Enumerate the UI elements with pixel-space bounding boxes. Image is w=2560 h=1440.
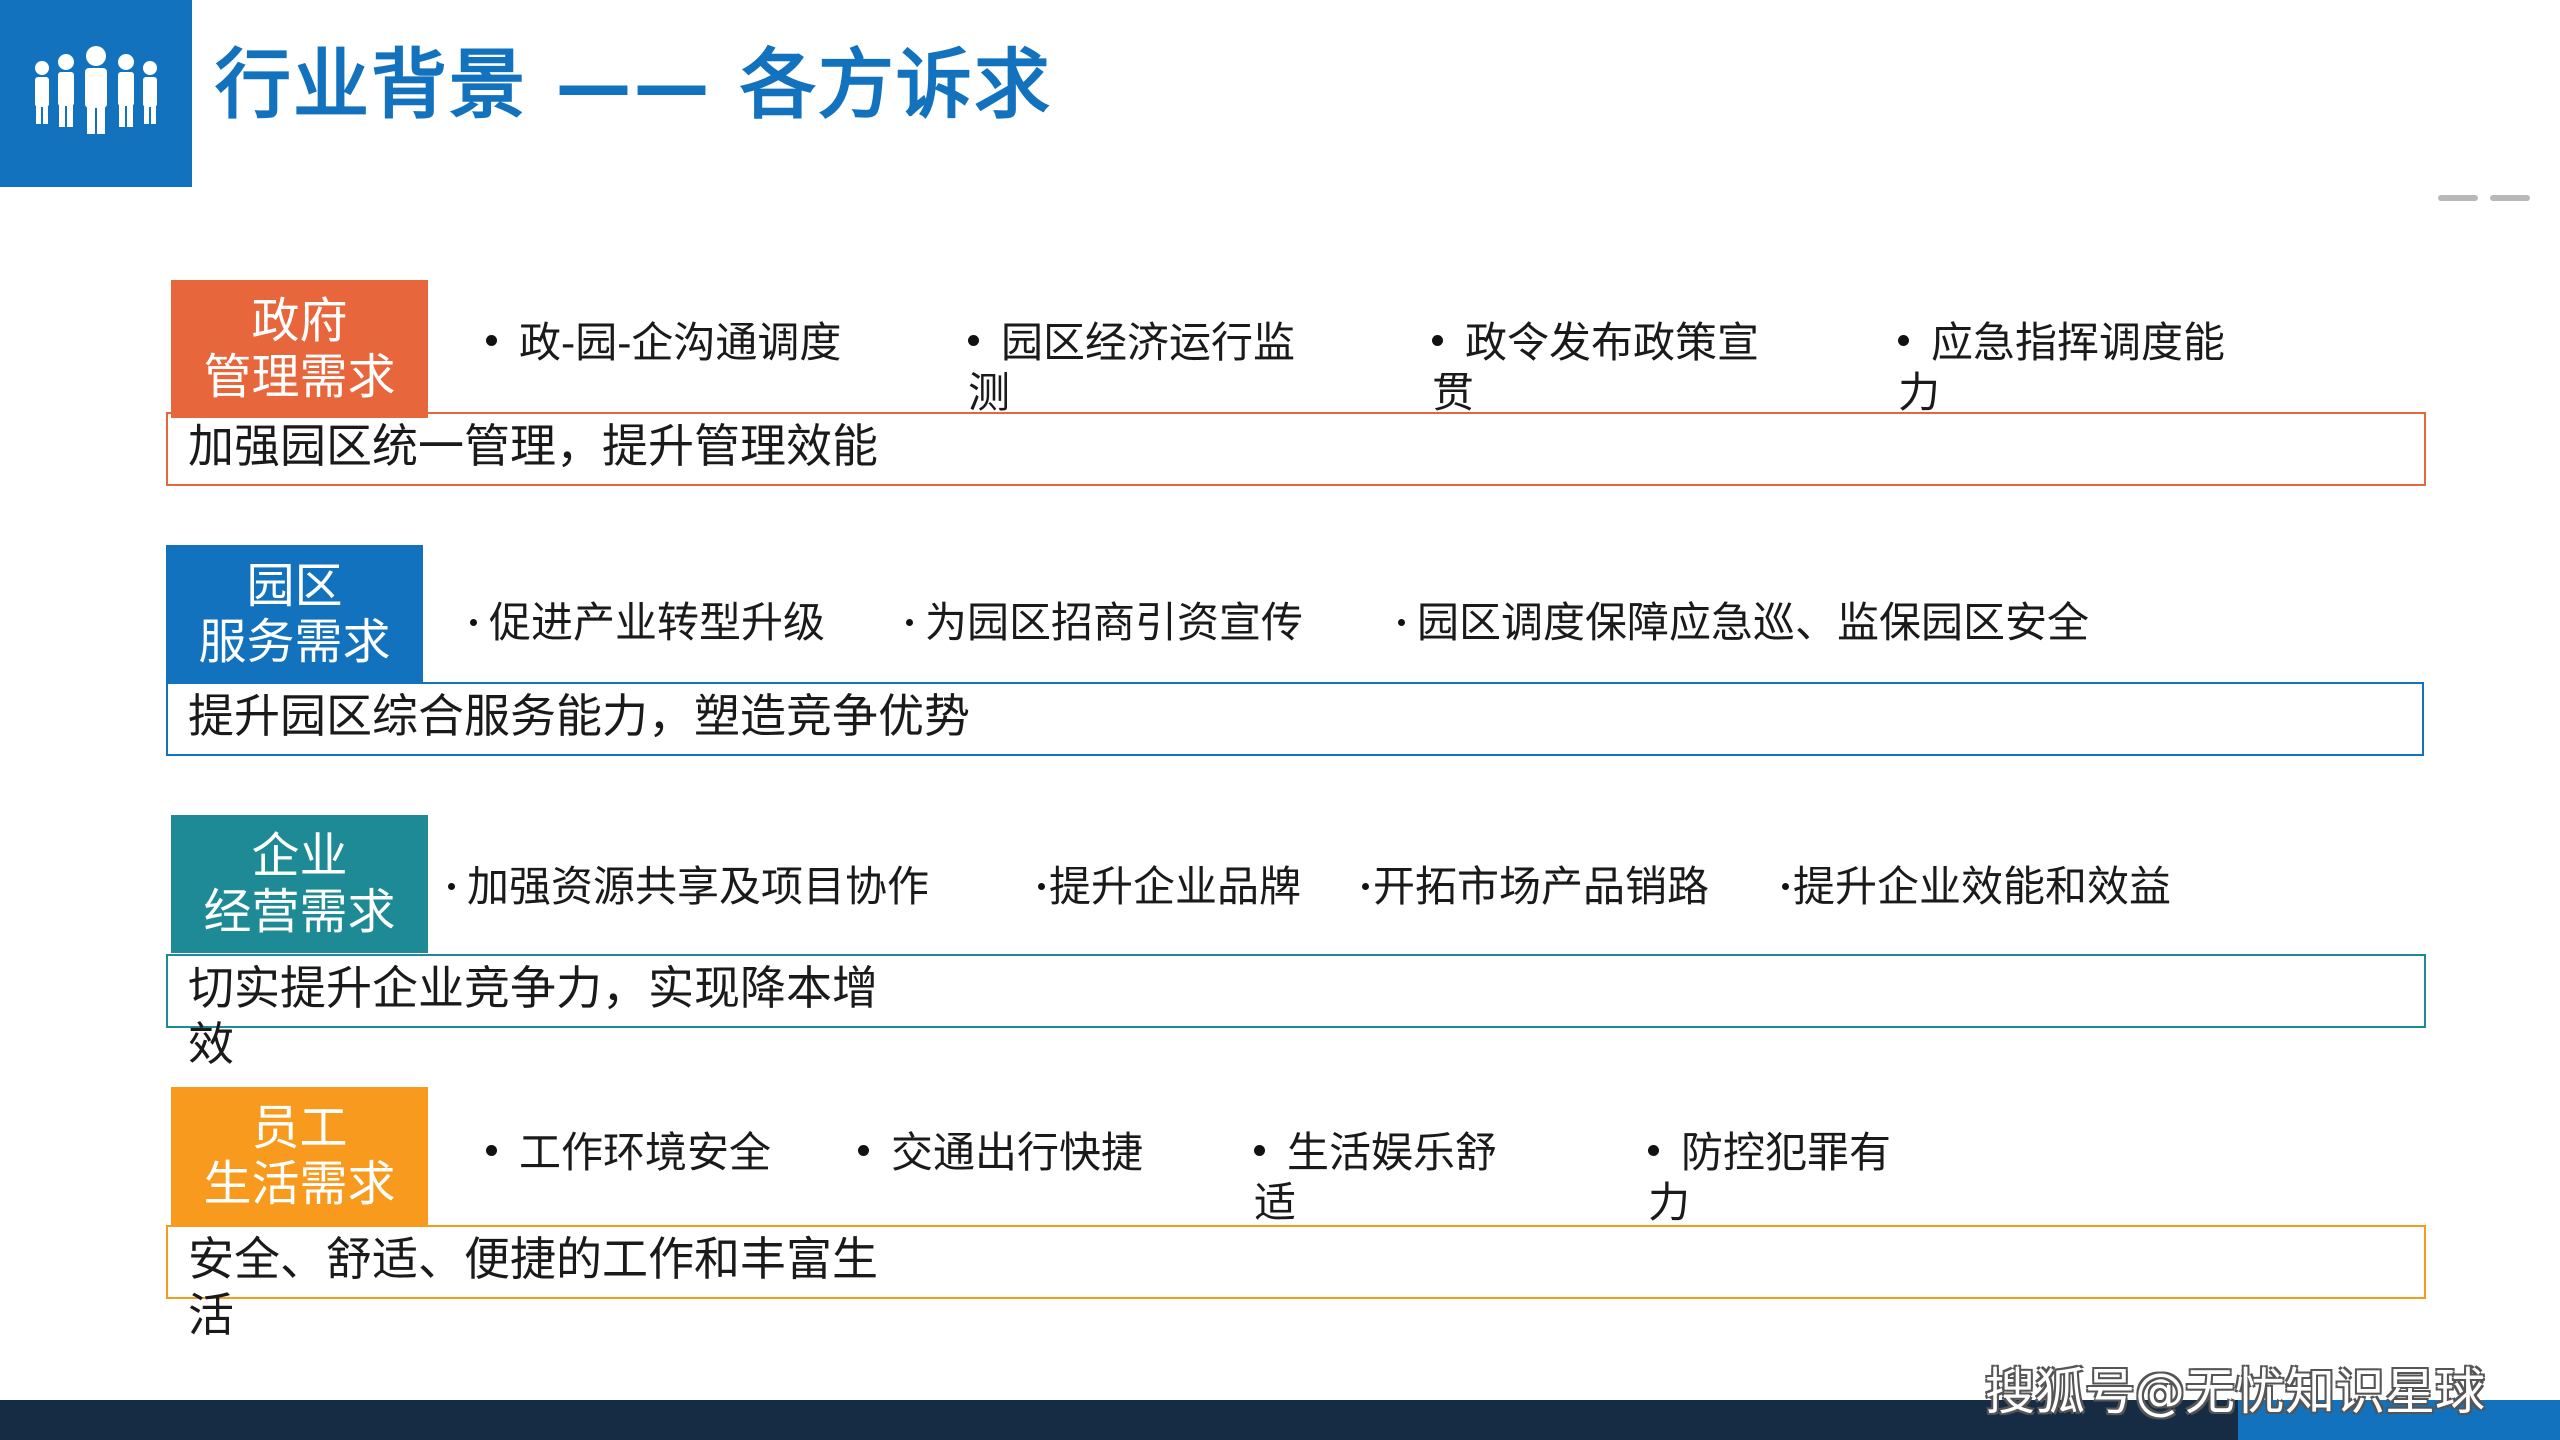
- list-item: 为园区招商引资宣传: [906, 598, 1366, 648]
- list-item: 提升企业品牌: [1038, 862, 1358, 912]
- logo-box: [0, 0, 192, 187]
- decorative-marks: [2438, 186, 2542, 205]
- summary-text: 切实提升企业竞争力，实现降本增效: [188, 961, 878, 1071]
- bullet-icon: [1782, 882, 1789, 890]
- list-item: 促进产业转型升级: [470, 598, 890, 648]
- bullet-icon: [1254, 1144, 1265, 1156]
- bullet-icon: [1898, 334, 1909, 346]
- section-label-employee: 员工 生活需求: [171, 1087, 428, 1225]
- list-item: 园区调度保障应急巡、监保园区安全: [1398, 598, 2138, 648]
- bullet-icon: [1432, 334, 1443, 346]
- section-label-line: 经营需求: [203, 884, 396, 940]
- section-label-line: 企业: [251, 828, 348, 884]
- list-item: 应急指挥调度能力: [1898, 318, 2226, 417]
- list-item: 提升企业效能和效益: [1782, 862, 2222, 912]
- summary-text: 安全、舒适、便捷的工作和丰富生活: [188, 1232, 878, 1342]
- bullet-icon: [486, 1144, 497, 1156]
- bullet-icon: [1398, 618, 1405, 626]
- list-item: 交通出行快捷: [858, 1128, 1198, 1178]
- bullet-icon: [1038, 882, 1045, 890]
- bullet-icon: [906, 618, 913, 626]
- list-item: 生活娱乐舒适: [1254, 1128, 1498, 1227]
- list-item: 开拓市场产品销路: [1362, 862, 1762, 912]
- section-label-line: 员工: [251, 1100, 348, 1156]
- bullet-icon: [486, 334, 497, 346]
- list-item: 政令发布政策宣贯: [1432, 318, 1760, 417]
- list-item: 政-园-企沟通调度: [486, 318, 846, 368]
- bullet-icon: [1362, 882, 1369, 890]
- list-item: 工作环境安全: [486, 1128, 826, 1178]
- watermark: 搜狐号@无忧知识星球: [1985, 1363, 2485, 1421]
- people-group-icon: [35, 46, 157, 134]
- bullet-icon: [1648, 1144, 1659, 1156]
- section-label-park: 园区 服务需求: [166, 545, 423, 683]
- bullet-icon: [968, 334, 979, 346]
- section-label-line: 政府: [251, 293, 348, 349]
- section-label-line: 生活需求: [203, 1156, 396, 1212]
- section-label-line: 服务需求: [198, 614, 391, 670]
- bullet-icon: [858, 1144, 869, 1156]
- section-label-line: 管理需求: [203, 349, 396, 405]
- section-label-government: 政府 管理需求: [171, 280, 428, 418]
- list-item: 防控犯罪有力: [1648, 1128, 1892, 1227]
- page-title: 行业背景 —— 各方诉求: [215, 40, 1052, 129]
- section-label-enterprise: 企业 经营需求: [171, 815, 428, 953]
- section-label-line: 园区: [246, 558, 343, 614]
- summary-text: 提升园区综合服务能力，塑造竞争优势: [188, 689, 970, 743]
- list-item: 加强资源共享及项目协作: [448, 862, 988, 912]
- list-item: 园区经济运行监测: [968, 318, 1296, 417]
- bullet-icon: [448, 882, 455, 890]
- bullet-icon: [470, 618, 477, 626]
- summary-text: 加强园区统一管理，提升管理效能: [188, 419, 878, 473]
